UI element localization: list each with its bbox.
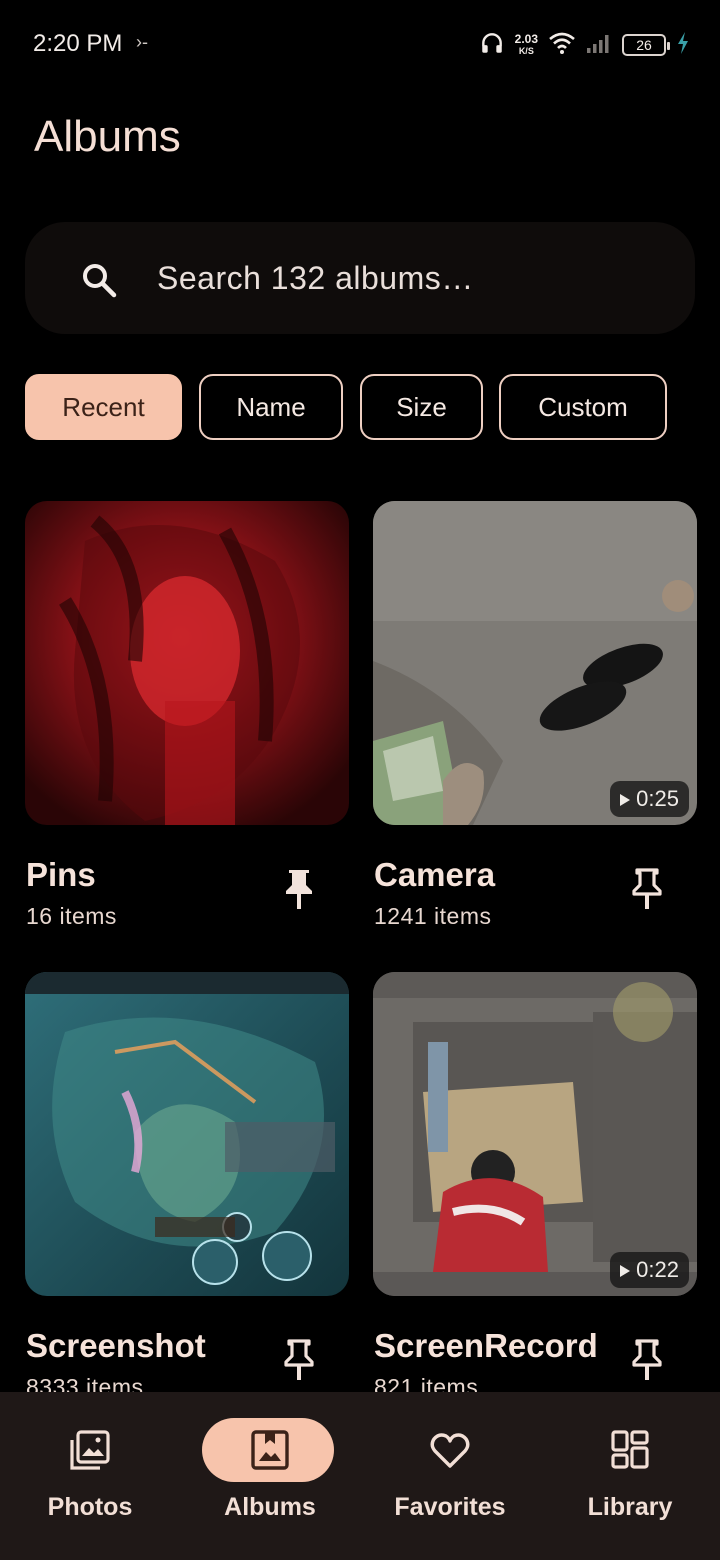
status-time: 2:20 PM <box>33 30 123 57</box>
video-duration-badge: 0:22 <box>610 1252 689 1288</box>
album-name: Screenshot <box>26 1327 206 1364</box>
chip-label: Name <box>236 391 306 422</box>
nav-label: Albums <box>224 1493 316 1521</box>
sort-chip-size[interactable]: Size <box>360 374 483 440</box>
pin-icon[interactable] <box>629 1338 665 1382</box>
net-speed: 2.03 K/S <box>515 33 538 57</box>
photos-icon <box>68 1428 112 1472</box>
play-icon <box>620 786 631 812</box>
status-bar: 2:20 PM ›- 2.03 K/S 26 <box>0 0 720 90</box>
video-duration-badge: 0:25 <box>610 781 689 817</box>
library-icon <box>608 1428 652 1472</box>
album-thumbnail[interactable]: 0:22 <box>373 972 697 1296</box>
album-count: 16 items <box>26 903 117 929</box>
status-chevron: ›- <box>136 32 148 52</box>
sort-chip-name[interactable]: Name <box>199 374 343 440</box>
heart-icon <box>428 1428 472 1472</box>
nav-item-favorites[interactable]: Favorites <box>360 1392 540 1560</box>
albums-icon <box>248 1428 292 1472</box>
pin-icon[interactable] <box>281 867 317 911</box>
battery-icon: 26 <box>622 34 670 56</box>
page-title: Albums <box>34 112 181 161</box>
battery-level: 26 <box>636 37 652 53</box>
search-input[interactable]: Search 132 albums… <box>157 222 474 334</box>
nav-label: Favorites <box>394 1493 506 1521</box>
charging-icon <box>676 31 690 60</box>
album-thumbnail[interactable]: 0:25 <box>373 501 697 825</box>
search-bar[interactable]: Search 132 albums… <box>25 222 695 334</box>
signal-icon <box>586 32 612 59</box>
chip-label: Recent <box>62 391 145 422</box>
headphones-icon <box>479 30 505 61</box>
nav-item-library[interactable]: Library <box>540 1392 720 1560</box>
video-duration: 0:22 <box>636 1257 679 1282</box>
nav-item-photos[interactable]: Photos <box>0 1392 180 1560</box>
album-name: ScreenRecord <box>374 1327 598 1364</box>
nav-label: Photos <box>47 1493 133 1521</box>
video-duration: 0:25 <box>636 786 679 811</box>
sort-chip-recent[interactable]: Recent <box>25 374 182 440</box>
nav-item-albums[interactable]: Albums <box>180 1392 360 1560</box>
chip-label: Custom <box>538 391 628 422</box>
wifi-icon <box>548 31 576 60</box>
bottom-navigation: Photos Albums Favorites Library <box>0 1392 720 1560</box>
pin-icon[interactable] <box>281 1338 317 1382</box>
net-speed-value: 2.03 <box>514 32 538 46</box>
album-count: 1241 items <box>374 903 492 929</box>
album-name: Camera <box>374 856 496 893</box>
search-icon <box>79 260 119 300</box>
pin-icon[interactable] <box>629 867 665 911</box>
net-speed-unit: K/S <box>518 46 534 56</box>
album-thumbnail[interactable] <box>25 972 349 1296</box>
album-thumbnail[interactable] <box>25 501 349 825</box>
sort-chip-custom[interactable]: Custom <box>499 374 667 440</box>
album-name: Pins <box>26 856 96 893</box>
status-icons: 2.03 K/S 26 <box>479 28 690 62</box>
chip-label: Size <box>396 391 447 422</box>
play-icon <box>620 1257 631 1283</box>
nav-label: Library <box>587 1493 673 1521</box>
